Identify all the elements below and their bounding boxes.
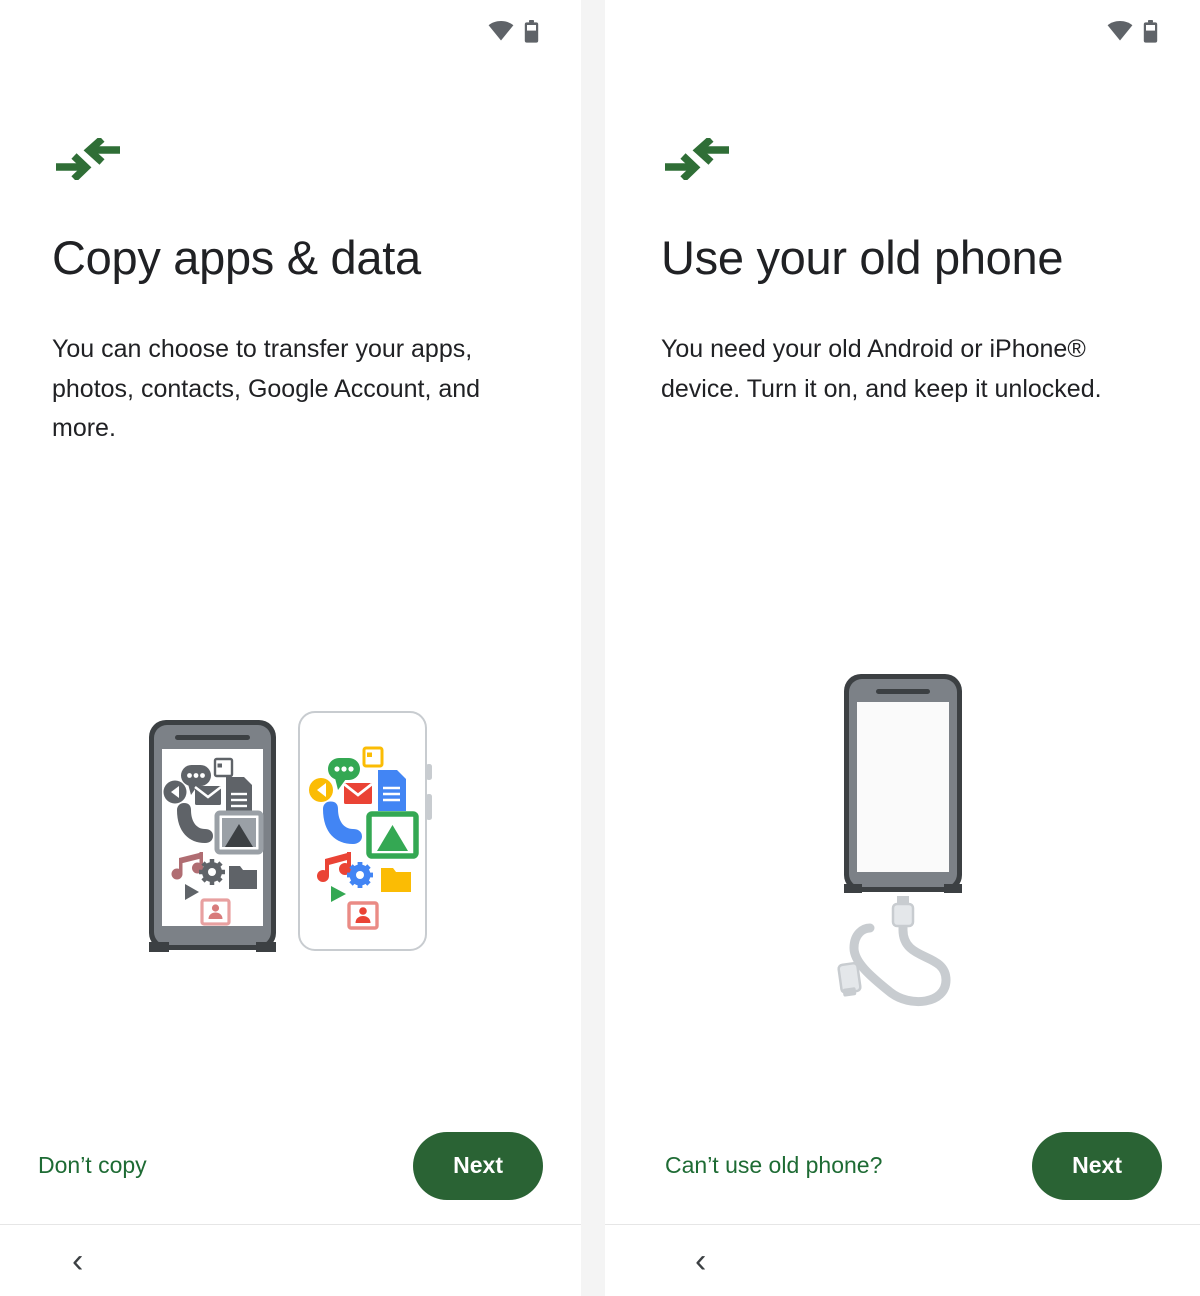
mail-icon [342, 782, 373, 804]
footer-actions: Don’t copy Next [0, 1107, 581, 1225]
next-button[interactable]: Next [1032, 1131, 1162, 1200]
battery-icon [524, 19, 539, 43]
play-back-icon [308, 778, 333, 802]
dont-copy-button[interactable]: Don’t copy [34, 1144, 151, 1187]
status-bar [0, 0, 581, 62]
status-bar [605, 0, 1200, 62]
wifi-icon [488, 21, 514, 41]
screen-use-your-old-phone: Use your old phone You need your old And… [605, 0, 1200, 1296]
footer-actions: Can’t use old phone? Next [605, 1107, 1200, 1225]
system-navigation-bar: ‹ [605, 1225, 1200, 1296]
photos-icon [365, 811, 419, 859]
mail-icon [193, 785, 222, 805]
back-chevron-icon[interactable]: ‹ [695, 1244, 706, 1278]
document-icon [225, 777, 252, 815]
phone-with-usb-cable-illustration [605, 662, 1200, 1012]
wifi-icon [1107, 21, 1133, 41]
page-body: You need your old Android or iPhone® dev… [661, 335, 1102, 403]
old-phone-graphic [843, 674, 962, 893]
page-title: Copy apps & data [52, 231, 421, 284]
play-back-icon [163, 780, 186, 804]
screen-copy-apps-and-data: Copy apps & data You can choose to trans… [0, 0, 581, 1296]
next-button[interactable]: Next [413, 1131, 543, 1200]
screen-content: Use your old phone You need your old And… [605, 62, 1200, 1107]
page-title: Use your old phone [661, 231, 1064, 284]
transfer-arrows-icon [52, 136, 124, 184]
page-body: You can choose to transfer your apps, ph… [52, 335, 481, 443]
screen-content: Copy apps & data You can choose to trans… [0, 62, 581, 1107]
photos-icon [214, 810, 263, 855]
system-navigation-bar: ‹ [0, 1225, 581, 1296]
two-phones-transferring-apps-illustration [0, 702, 581, 967]
cant-use-old-phone-button[interactable]: Can’t use old phone? [661, 1144, 886, 1187]
transfer-arrows-icon [661, 136, 733, 184]
battery-icon [1143, 19, 1158, 43]
usb-cable-graphic [836, 896, 951, 1007]
back-chevron-icon[interactable]: ‹ [72, 1244, 83, 1278]
dual-screen-comparison: Copy apps & data You can choose to trans… [0, 0, 1200, 1296]
document-icon [377, 770, 406, 811]
